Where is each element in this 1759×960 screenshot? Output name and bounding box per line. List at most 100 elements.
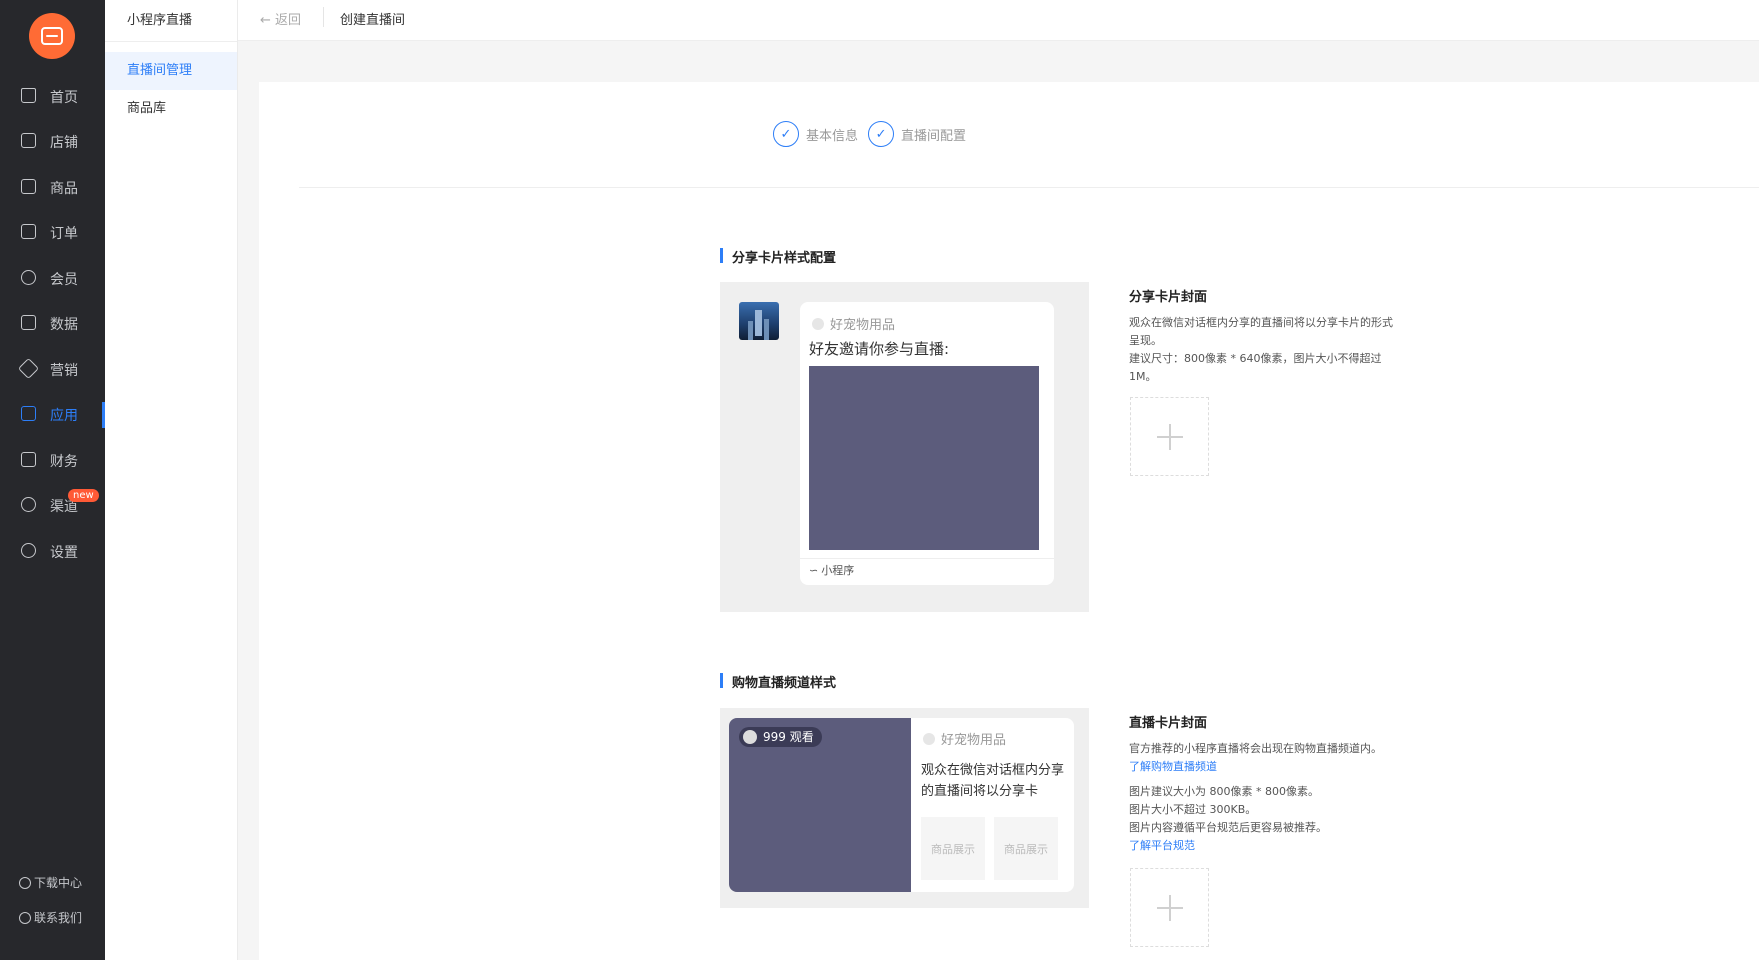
desc-line: 图片建议大小为 800像素 * 800像素。 <box>1129 785 1319 798</box>
gear-icon <box>21 543 36 558</box>
sub-nav-item-product-library[interactable]: 商品库 <box>105 90 237 128</box>
main-nav: 首页 店铺 商品 订单 会员 数据 营销 应用 财务 渠道 new 设置 下载中… <box>0 0 105 960</box>
check-icon: ✓ <box>868 121 895 147</box>
finance-icon <box>21 452 36 467</box>
step-label: 直播间配置 <box>901 128 967 144</box>
nav-item-members[interactable]: 会员 <box>0 258 105 298</box>
nav-item-channel[interactable]: 渠道 new <box>0 485 105 525</box>
live-cover-placeholder: 999 观看 <box>729 718 911 892</box>
desc-line: 1M。 <box>1129 370 1157 383</box>
step-basic-info[interactable]: ✓ 基本信息 <box>773 121 858 147</box>
section-title-share-card: 分享卡片样式配置 <box>720 247 836 266</box>
divider <box>105 41 237 42</box>
desc-line: 观众在微信对话框内分享的直播间将以分享卡片的形式 <box>1129 316 1393 329</box>
tag-icon <box>17 357 40 380</box>
step-indicator: ✓ 基本信息 ✓ 直播间配置 <box>773 121 976 147</box>
brand-logo[interactable] <box>29 13 75 59</box>
learn-platform-rules-link[interactable]: 了解平台规范 <box>1129 837 1449 855</box>
shop-name: 好宠物用品 <box>923 729 1006 748</box>
sub-nav-item-live-rooms[interactable]: 直播间管理 <box>105 52 237 90</box>
channel-icon <box>21 497 36 512</box>
live-cover-upload-button[interactable] <box>1130 868 1209 947</box>
shop-logo-icon <box>41 27 63 45</box>
desc-line: 图片内容遵循平台规范后更容易被推荐。 <box>1129 821 1327 834</box>
goods-icon <box>21 179 36 194</box>
order-icon <box>21 224 36 239</box>
shop-avatar-icon <box>923 732 935 745</box>
divider <box>323 7 324 27</box>
goods-thumbnail: 商品展示 <box>994 817 1058 880</box>
live-description: 观众在微信对话框内分享的直播间将以分享卡 <box>921 763 1065 799</box>
contact-us-link[interactable]: 联系我们 <box>19 909 82 926</box>
avatar <box>739 302 779 340</box>
desc-line: 图片大小不超过 300KB。 <box>1129 803 1257 816</box>
store-icon <box>21 133 36 148</box>
section-title-live-channel: 购物直播频道样式 <box>720 672 836 691</box>
nav-item-label: 店铺 <box>50 135 78 151</box>
nav-item-label: 商品 <box>50 181 78 197</box>
nav-item-label: 首页 <box>50 90 78 106</box>
check-icon: ✓ <box>773 121 799 147</box>
shop-avatar-icon <box>812 317 824 330</box>
viewer-count-badge: 999 观看 <box>739 727 822 747</box>
mini-program-label: ∽ 小程序 <box>809 562 854 578</box>
share-card-preview: 好宠物用品 好友邀请你参与直播: ∽ 小程序 <box>720 282 1089 612</box>
cover-placeholder <box>809 366 1039 550</box>
download-icon <box>19 876 31 889</box>
nav-item-label: 数据 <box>50 317 78 333</box>
arrow-left-icon: ← <box>260 13 271 28</box>
divider <box>800 558 1054 559</box>
shop-name: 好宠物用品 <box>812 314 895 333</box>
new-badge: new <box>68 489 99 502</box>
share-cover-upload-button[interactable] <box>1130 397 1209 476</box>
sub-nav: 小程序直播 直播间管理 商品库 <box>105 0 238 960</box>
desc-line: 官方推荐的小程序直播将会出现在购物直播频道内。 <box>1129 742 1382 755</box>
top-bar: ← 返回 创建直播间 <box>238 0 1759 41</box>
shop-name-text: 好宠物用品 <box>941 733 1007 748</box>
live-cover-description: 官方推荐的小程序直播将会出现在购物直播频道内。 了解购物直播频道 图片建议大小为… <box>1129 740 1449 855</box>
app-icon <box>21 406 36 421</box>
live-channel-preview: 999 观看 好宠物用品 观众在微信对话框内分享的直播间将以分享卡 商品展示 商… <box>720 708 1089 908</box>
contact-us-label: 联系我们 <box>34 911 83 925</box>
link-icon: ∽ <box>809 563 819 577</box>
nav-item-label: 设置 <box>50 545 78 561</box>
mini-program-text: 小程序 <box>821 564 855 577</box>
nav-item-finance[interactable]: 财务 <box>0 440 105 480</box>
home-icon <box>21 88 36 103</box>
main-content: ✓ 基本信息 ✓ 直播间配置 分享卡片样式配置 好宠物用品 好友邀请你参与直播:… <box>259 82 1759 960</box>
live-channel-card: 好宠物用品 观众在微信对话框内分享的直播间将以分享卡 商品展示 商品展示 <box>911 718 1074 892</box>
nav-item-label: 应用 <box>50 408 78 424</box>
divider <box>299 187 1759 188</box>
back-button[interactable]: ← 返回 <box>260 9 301 28</box>
nav-item-store[interactable]: 店铺 <box>0 121 105 161</box>
nav-item-apps[interactable]: 应用 <box>0 394 105 434</box>
nav-item-home[interactable]: 首页 <box>0 76 105 116</box>
download-center-link[interactable]: 下载中心 <box>19 874 82 891</box>
nav-item-data[interactable]: 数据 <box>0 303 105 343</box>
sub-nav-title: 小程序直播 <box>127 13 193 28</box>
nav-item-goods[interactable]: 商品 <box>0 167 105 207</box>
share-cover-title: 分享卡片封面 <box>1129 290 1208 305</box>
share-card: 好宠物用品 好友邀请你参与直播: ∽ 小程序 <box>800 302 1054 585</box>
download-center-label: 下载中心 <box>34 876 83 890</box>
nav-item-label: 订单 <box>50 226 78 242</box>
chart-icon <box>21 315 36 330</box>
step-label: 基本信息 <box>806 128 859 144</box>
nav-item-label: 财务 <box>50 454 78 470</box>
nav-item-marketing[interactable]: 营销 <box>0 349 105 389</box>
nav-item-settings[interactable]: 设置 <box>0 531 105 571</box>
desc-line: 呈现。 <box>1129 334 1162 347</box>
goods-thumbnail: 商品展示 <box>921 817 985 880</box>
share-cover-description: 观众在微信对话框内分享的直播间将以分享卡片的形式 呈现。 建议尺寸：800像素 … <box>1129 314 1429 386</box>
learn-live-channel-link[interactable]: 了解购物直播频道 <box>1129 758 1449 776</box>
nav-item-orders[interactable]: 订单 <box>0 212 105 252</box>
step-room-config[interactable]: ✓ 直播间配置 <box>868 121 966 147</box>
user-icon <box>21 270 36 285</box>
invite-text: 好友邀请你参与直播: <box>809 340 950 358</box>
chat-icon <box>19 911 31 924</box>
live-cover-title: 直播卡片封面 <box>1129 716 1208 731</box>
nav-item-label: 营销 <box>50 363 78 379</box>
breadcrumb: 创建直播间 <box>340 13 406 28</box>
back-label: 返回 <box>275 13 302 28</box>
